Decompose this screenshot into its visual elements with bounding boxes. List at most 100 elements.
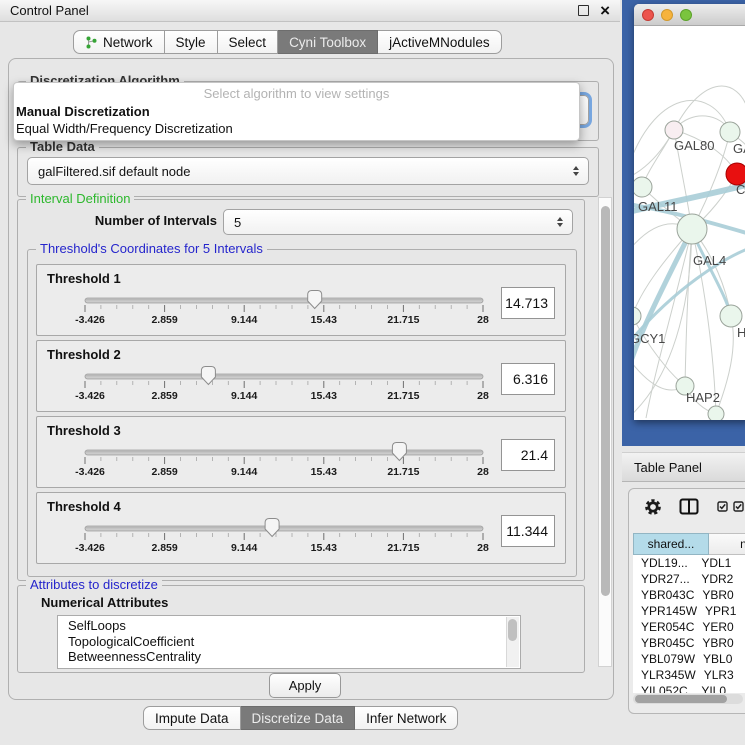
network-node[interactable] (708, 406, 724, 420)
svg-text:2.859: 2.859 (151, 542, 177, 554)
table-cell: YIL0 (693, 683, 745, 693)
network-canvas[interactable]: GAL80GACGAL11GAL4GCY1HHAP2 (634, 26, 745, 420)
network-graph[interactable]: GAL80GACGAL11GAL4GCY1HHAP2 (634, 26, 745, 420)
table-cell: YIL052C (633, 683, 693, 693)
table-panel-title: Table Panel (634, 460, 702, 475)
slider-handle[interactable] (265, 519, 279, 537)
tab-impute-data[interactable]: Impute Data (143, 706, 241, 730)
table-row[interactable]: YBL079WYBL0 (633, 651, 745, 667)
svg-text:21.715: 21.715 (387, 466, 419, 478)
slider-handle[interactable] (201, 367, 215, 385)
number-of-intervals-combobox[interactable]: 5 (223, 209, 573, 235)
algorithm-option-manual-discretization[interactable]: Manual Discretization (14, 103, 579, 120)
split-columns-icon[interactable] (679, 498, 699, 515)
table-header-row: shared...n (633, 533, 745, 555)
threshold-label: Threshold 4 (47, 499, 121, 514)
zoom-traffic-light[interactable] (680, 9, 692, 21)
svg-text:15.43: 15.43 (311, 390, 337, 402)
slider-handle[interactable] (308, 291, 322, 309)
apply-button[interactable]: Apply (269, 673, 341, 698)
tab-style[interactable]: Style (165, 30, 218, 54)
threshold-slider[interactable]: -3.4262.8599.14415.4321.71528 (69, 289, 499, 327)
network-node[interactable] (665, 121, 683, 139)
attribute-item-betweennesscentrality[interactable]: BetweennessCentrality (68, 649, 506, 665)
close-traffic-light[interactable] (642, 9, 654, 21)
tab-jactivemnodules[interactable]: jActiveMNodules (378, 30, 502, 54)
tab-label: jActiveMNodules (389, 35, 490, 50)
gear-icon[interactable] (643, 497, 663, 517)
table-row[interactable]: YIL052CYIL0 (633, 683, 745, 693)
table-row[interactable]: YDR27...YDR2 (633, 571, 745, 587)
network-node-label: GAL4 (693, 253, 726, 268)
tab-label: Impute Data (155, 711, 229, 726)
tab-select[interactable]: Select (218, 30, 279, 54)
svg-text:28: 28 (477, 466, 489, 478)
network-node-label: GAL11 (638, 199, 678, 214)
network-node[interactable] (677, 214, 707, 244)
network-icon (85, 36, 98, 49)
scrollbar-thumb[interactable] (635, 695, 727, 703)
checkbox-icon[interactable] (733, 501, 744, 512)
table-row[interactable]: YBR045CYBR0 (633, 635, 745, 651)
combo-arrows-icon (557, 217, 563, 227)
tab-label: Infer Network (366, 711, 446, 726)
panel-scrollbar[interactable] (598, 197, 612, 667)
table-row[interactable]: YBR043CYBR0 (633, 587, 745, 603)
group-title: Interval Definition (26, 191, 134, 207)
minimize-traffic-light[interactable] (661, 9, 673, 21)
table-data-combobox[interactable]: galFiltered.sif default node (27, 157, 589, 185)
column-header-n[interactable]: n (709, 533, 745, 555)
table-horizontal-scrollbar[interactable] (633, 694, 743, 704)
checkbox-icon[interactable] (717, 501, 728, 512)
numerical-attributes-list[interactable]: SelfLoopsTopologicalCoefficientBetweenne… (57, 615, 521, 669)
threshold-value-field[interactable]: 14.713 (501, 287, 555, 319)
network-window-titlebar (634, 4, 745, 26)
tab-infer-network[interactable]: Infer Network (355, 706, 458, 730)
network-node[interactable] (634, 307, 641, 325)
svg-text:15.43: 15.43 (311, 314, 337, 326)
attribute-item-topologicalcoefficient[interactable]: TopologicalCoefficient (68, 634, 506, 650)
svg-text:28: 28 (477, 390, 489, 402)
threshold-value-field[interactable]: 11.344 (501, 515, 555, 547)
close-icon[interactable]: × (600, 3, 610, 19)
column-header-shared[interactable]: shared... (633, 533, 709, 555)
tab-discretize-data[interactable]: Discretize Data (241, 706, 356, 730)
svg-text:21.715: 21.715 (387, 542, 419, 554)
tab-cyni-toolbox[interactable]: Cyni Toolbox (278, 30, 378, 54)
table-row[interactable]: YLR345WYLR3 (633, 667, 745, 683)
network-node-label: H (737, 325, 745, 340)
threshold-slider[interactable]: -3.4262.8599.14415.4321.71528 (69, 365, 499, 403)
table-cell: YBL079W (633, 651, 695, 667)
algorithm-dropdown-popup: Select algorithm to view settings Manual… (13, 82, 580, 141)
list-scrollbar[interactable] (506, 617, 519, 667)
screenshot-root: Control Panel × NetworkStyleSelectCyni T… (0, 0, 745, 745)
threshold-slider[interactable]: -3.4262.8599.14415.4321.71528 (69, 517, 499, 555)
algorithm-option-equal-width-frequency-discretization[interactable]: Equal Width/Frequency Discretization (14, 120, 579, 137)
table-cell: YDR27... (633, 571, 693, 587)
tab-network[interactable]: Network (73, 30, 165, 54)
svg-text:21.715: 21.715 (387, 390, 419, 402)
scrollbar-thumb[interactable] (601, 206, 610, 596)
table-row[interactable]: YER054CYER0 (633, 619, 745, 635)
group-title: Attributes to discretize (26, 577, 162, 593)
combo-arrows-icon (573, 166, 579, 176)
attribute-item-selfloops[interactable]: SelfLoops (68, 618, 506, 634)
network-node[interactable] (720, 305, 742, 327)
table-cell: YBR043C (633, 587, 694, 603)
slider-handle[interactable] (392, 443, 406, 461)
threshold-slider[interactable]: -3.4262.8599.14415.4321.71528 (69, 441, 499, 479)
table-row[interactable]: YDL19...YDL1 (633, 555, 745, 571)
network-node[interactable] (720, 122, 740, 142)
table-row[interactable]: YPR145WYPR1 (633, 603, 745, 619)
cyni-toolbox-panel: Discretization Algorithm Table Data galF… (8, 58, 614, 700)
table-cell: YPR145W (633, 603, 697, 619)
table-data-selected: galFiltered.sif default node (38, 164, 190, 179)
threshold-value-field[interactable]: 21.4 (501, 439, 555, 471)
svg-text:15.43: 15.43 (311, 466, 337, 478)
threshold-value-field[interactable]: 6.316 (501, 363, 555, 395)
threshold-panel-4: Threshold 4 -3.4262.8599.14415.4321.71528… (36, 492, 566, 564)
threshold-panel-3: Threshold 3-3.4262.8599.14415.4321.71528… (36, 416, 566, 488)
table-cell: YDL19... (633, 555, 693, 571)
float-icon[interactable] (578, 5, 589, 16)
network-node[interactable] (634, 177, 652, 197)
